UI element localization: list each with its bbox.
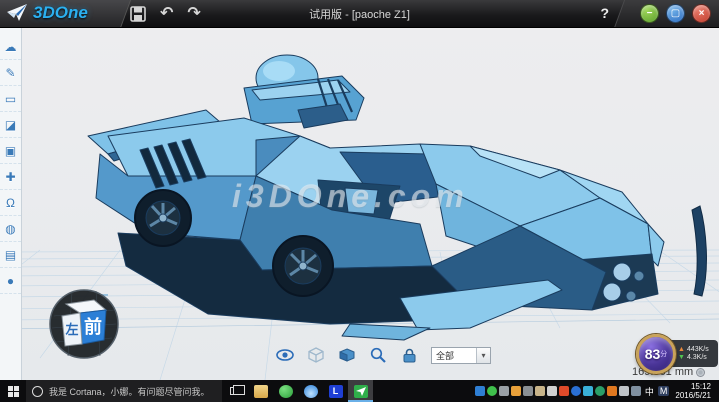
security-shield-icon[interactable] xyxy=(511,386,521,396)
system-tray: 中 M 15:12 2016/5/21 xyxy=(475,382,719,400)
sidebar-item-move[interactable]: ✚ xyxy=(0,164,21,190)
solid-display-button[interactable] xyxy=(338,346,356,364)
view-cube[interactable]: 前 左 xyxy=(48,288,120,360)
layers-icon: ▤ xyxy=(5,248,16,262)
sidebar-item-feature-cube[interactable]: ▣ xyxy=(0,138,21,164)
m-tray-icon[interactable]: M xyxy=(658,386,670,396)
taskbar-app-browser[interactable] xyxy=(298,380,323,402)
task-view-button[interactable] xyxy=(222,380,248,402)
display-filter-dropdown[interactable]: 全部 ▾ xyxy=(431,347,491,364)
l-app-icon: L xyxy=(329,385,343,398)
paper-plane-app-icon xyxy=(354,385,368,398)
sidebar-item-special-shape[interactable]: ◍ xyxy=(0,216,21,242)
taskbar-clock[interactable]: 15:12 2016/5/21 xyxy=(671,382,716,400)
folder-icon xyxy=(254,385,268,398)
taskbar-app-file-explorer[interactable] xyxy=(248,380,273,402)
sidebar-item-assembly[interactable]: Ω xyxy=(0,190,21,216)
sketch-plane-icon: ▭ xyxy=(5,92,16,106)
camera-icon[interactable] xyxy=(535,386,545,396)
solid-primitives-icon: ☁ xyxy=(5,40,17,54)
render-sphere-icon: ● xyxy=(7,274,14,288)
download-speed: 4.3K/s xyxy=(687,354,707,361)
front-wheel xyxy=(273,236,333,296)
right-edge-part[interactable] xyxy=(692,206,706,296)
lock-view-button[interactable] xyxy=(400,346,418,364)
app-window: 3DOne ↶ ↷ 试用版 - [paoche Z1] ? − ▢ × xyxy=(0,0,719,402)
globe-icon[interactable] xyxy=(595,386,605,396)
download-arrow-icon: ▼ xyxy=(678,354,685,361)
sketch-brush-icon: ✎ xyxy=(5,66,15,80)
pinned-apps: L xyxy=(248,380,373,402)
tool-sidebar: ☁ ✎ ▭ ◪ ▣ ✚ Ω ◍ ▤ ● xyxy=(0,28,22,380)
sidebar-item-sketch-plane[interactable]: ▭ xyxy=(0,86,21,112)
viewport-area[interactable]: i3DOne.com ☁ ✎ ▭ ◪ ▣ ✚ Ω ◍ ▤ ● xyxy=(0,28,719,380)
sidebar-item-solid-primitives[interactable]: ☁ xyxy=(0,34,21,60)
close-button[interactable]: × xyxy=(692,4,711,23)
chevron-down-icon: ▾ xyxy=(476,348,490,363)
capture-tool-icon[interactable] xyxy=(523,386,533,396)
globe-icon: ◍ xyxy=(5,222,15,236)
taskbar-app-antivirus[interactable] xyxy=(273,380,298,402)
green-ball-icon[interactable] xyxy=(487,386,497,396)
cortana-prompt: 我是 Cortana，小娜。有问题尽管问我。 xyxy=(49,385,210,398)
clock-date: 2016/5/21 xyxy=(675,391,711,400)
view-toolbar: 全部 ▾ xyxy=(276,346,491,364)
task-view-icon xyxy=(230,387,240,395)
display-filter-value: 全部 xyxy=(432,349,476,362)
view-mode-button[interactable] xyxy=(307,346,325,364)
notes-icon[interactable] xyxy=(619,386,629,396)
flame-icon[interactable] xyxy=(559,386,569,396)
display-icon[interactable] xyxy=(499,386,509,396)
monitor-chat-icon[interactable] xyxy=(631,386,641,396)
eye-icon xyxy=(276,349,294,361)
viewcube-left-label[interactable]: 左 xyxy=(65,322,78,337)
eraser-icon: ◪ xyxy=(5,118,16,132)
upload-arrow-icon: ▲ xyxy=(678,346,685,353)
antivirus-ball-icon xyxy=(279,385,293,398)
restore-button[interactable]: ▢ xyxy=(666,4,685,23)
move-icon: ✚ xyxy=(5,170,15,184)
viewcube-front-label[interactable]: 前 xyxy=(84,316,102,337)
bluetooth-icon[interactable] xyxy=(475,386,485,396)
help-button[interactable]: ? xyxy=(600,5,609,21)
photo-icon[interactable] xyxy=(583,386,593,396)
magnifier-icon xyxy=(370,347,386,363)
clock-time: 15:12 xyxy=(675,382,711,391)
magnet-icon: Ω xyxy=(6,196,15,210)
score-unit: 分 xyxy=(660,349,667,359)
input-method-indicator[interactable]: 中 xyxy=(643,385,656,398)
upload-speed: 443K/s xyxy=(687,346,709,353)
taskbar-app-l[interactable]: L xyxy=(323,380,348,402)
show-hide-button[interactable] xyxy=(276,346,294,364)
zoom-button[interactable] xyxy=(369,346,387,364)
solid-block-icon xyxy=(339,348,355,362)
sidebar-item-edit-eraser[interactable]: ◪ xyxy=(0,112,21,138)
security-score-ball[interactable]: 83 分 xyxy=(636,334,676,374)
title-bar: 3DOne ↶ ↷ 试用版 - [paoche Z1] ? − ▢ × xyxy=(0,0,719,28)
windows-taskbar: 我是 Cortana，小娜。有问题尽管问我。 L xyxy=(0,380,719,402)
volume-icon[interactable] xyxy=(547,386,557,396)
minimize-button[interactable]: − xyxy=(640,4,659,23)
download-manager-icon[interactable] xyxy=(607,386,617,396)
wave-browser-icon xyxy=(304,385,318,398)
score-value: 83 xyxy=(645,346,661,362)
car-model-3d[interactable] xyxy=(88,55,664,340)
sidebar-item-layers[interactable]: ▤ xyxy=(0,242,21,268)
cortana-icon xyxy=(32,386,43,397)
feature-cube-icon: ▣ xyxy=(5,144,16,158)
windows-logo-icon xyxy=(8,386,19,397)
rear-wheel xyxy=(135,190,191,246)
sidebar-item-sketch-brush[interactable]: ✎ xyxy=(0,60,21,86)
measure-target-icon xyxy=(696,368,705,377)
start-button[interactable] xyxy=(0,380,26,402)
wire-cube-icon xyxy=(308,347,324,363)
sidebar-item-render[interactable]: ● xyxy=(0,268,21,294)
lock-icon xyxy=(402,348,417,363)
taskbar-app-3done-active[interactable] xyxy=(348,380,373,402)
cortana-search-box[interactable]: 我是 Cortana，小娜。有问题尽管问我。 xyxy=(26,380,222,402)
shell-cloud-icon[interactable] xyxy=(571,386,581,396)
window-title: 试用版 - [paoche Z1] xyxy=(0,6,719,22)
